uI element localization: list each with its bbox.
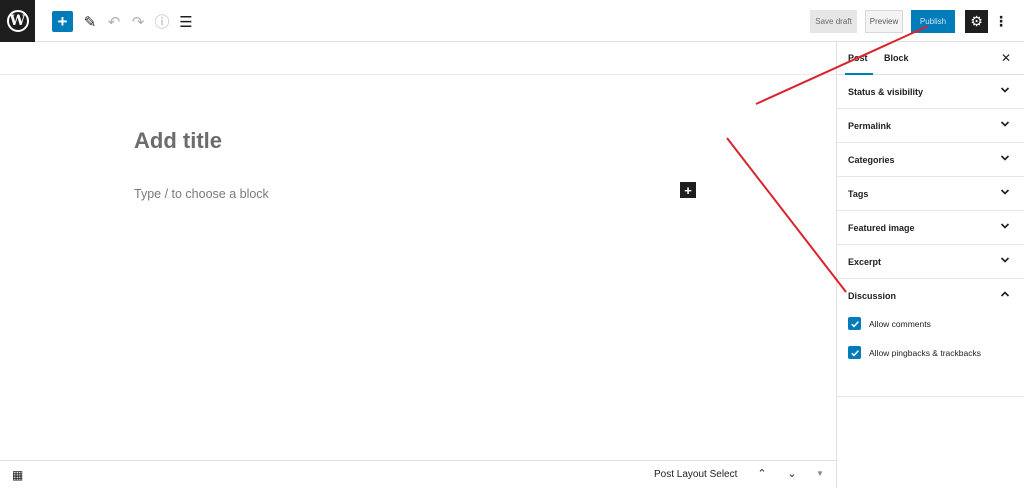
add-block-button[interactable]: + — [52, 11, 73, 32]
panel-categories[interactable]: Categories — [837, 143, 1024, 177]
chevron-up-icon — [1000, 289, 1010, 299]
more-options-button[interactable]: ⋮ — [994, 10, 1008, 33]
panel-discussion[interactable]: Discussion — [837, 279, 1024, 313]
panel-title: Featured image — [848, 223, 915, 233]
checkmark-icon — [850, 320, 859, 327]
sidebar-tabs: Post Block ✕ — [837, 42, 1024, 75]
allow-pingbacks-checkbox[interactable] — [848, 346, 861, 359]
chevron-down-icon — [1000, 119, 1010, 129]
panel-permalink[interactable]: Permalink — [837, 109, 1024, 143]
allow-pingbacks-option[interactable]: Allow pingbacks & trackbacks — [848, 346, 981, 359]
annotation-line-discussion — [726, 137, 847, 293]
redo-icon[interactable]: ↷ — [128, 11, 148, 32]
settings-button[interactable]: ⚙ — [965, 10, 988, 33]
editor-top-toolbar: W + ✎ ↶ ↷ ⓘ ☰ Save draft Preview Publish… — [0, 0, 1024, 42]
panel-title: Permalink — [848, 121, 892, 131]
tab-block[interactable]: Block — [884, 53, 909, 63]
expand-triangle-icon[interactable]: ▼ — [816, 469, 824, 478]
allow-comments-label[interactable]: Allow comments — [869, 319, 931, 329]
chevron-up-icon[interactable]: ⌃ — [755, 467, 769, 480]
panel-featured-image[interactable]: Featured image — [837, 211, 1024, 245]
chevron-down-icon[interactable]: ⌄ — [785, 467, 799, 480]
close-icon[interactable]: ✕ — [1001, 51, 1011, 65]
panel-title: Categories — [848, 155, 895, 165]
post-layout-select-label[interactable]: Post Layout Select — [654, 469, 737, 480]
panel-title: Tags — [848, 189, 869, 199]
gear-icon: ⚙ — [970, 13, 983, 29]
inline-add-block-button[interactable]: + — [680, 182, 696, 198]
list-view-icon[interactable]: ☰ — [176, 11, 196, 32]
editor-footer: ▦ Post Layout Select ⌃ ⌄ ▼ — [0, 460, 836, 488]
preview-button[interactable]: Preview — [865, 10, 903, 33]
chevron-down-icon — [1000, 255, 1010, 265]
panel-tags[interactable]: Tags — [837, 177, 1024, 211]
info-icon[interactable]: ⓘ — [152, 11, 172, 32]
save-draft-button[interactable]: Save draft — [810, 10, 857, 33]
checkmark-icon — [850, 349, 859, 356]
undo-icon[interactable]: ↶ — [104, 11, 124, 32]
editor-header-strip — [0, 42, 836, 75]
panel-title: Excerpt — [848, 257, 882, 267]
chevron-down-icon — [1000, 153, 1010, 163]
block-appender-input[interactable]: Type / to choose a block — [134, 187, 269, 201]
panel-title: Status & visibility — [848, 87, 924, 97]
panel-title: Discussion — [848, 291, 897, 301]
allow-comments-option[interactable]: Allow comments — [848, 317, 931, 330]
allow-pingbacks-label[interactable]: Allow pingbacks & trackbacks — [869, 348, 981, 358]
panel-status-visibility[interactable]: Status & visibility — [837, 75, 1024, 109]
block-grid-icon[interactable]: ▦ — [12, 468, 23, 482]
chevron-down-icon — [1000, 187, 1010, 197]
edit-tool-icon[interactable]: ✎ — [80, 11, 100, 32]
publish-button[interactable]: Publish — [911, 10, 955, 33]
settings-sidebar: Post Block ✕ Status & visibility Permali… — [836, 42, 1024, 488]
panel-excerpt[interactable]: Excerpt — [837, 245, 1024, 279]
allow-comments-checkbox[interactable] — [848, 317, 861, 330]
discussion-panel-body: Allow comments Allow pingbacks & trackba… — [837, 313, 1024, 397]
wordpress-logo-icon[interactable]: W — [0, 0, 35, 42]
post-title-input[interactable]: Add title — [134, 128, 222, 154]
chevron-down-icon — [1000, 85, 1010, 95]
more-vertical-icon: ⋮ — [994, 13, 1008, 29]
tab-post[interactable]: Post — [848, 53, 868, 63]
chevron-down-icon — [1000, 221, 1010, 231]
